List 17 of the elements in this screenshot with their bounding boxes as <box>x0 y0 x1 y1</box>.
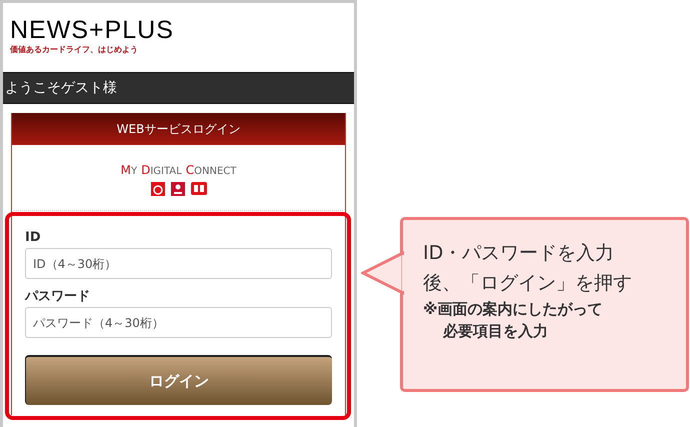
callout-text: 後、「ログイン」を押す <box>423 271 633 296</box>
site-logo[interactable]: NEWS+PLUS <box>10 16 174 44</box>
tagline: 価値あるカードライフ、はじめよう <box>10 44 138 56</box>
login-button[interactable]: ログイン <box>25 355 332 405</box>
card-logo-icon <box>190 182 206 195</box>
card-title-bar: WEBサービスログイン <box>12 113 345 145</box>
callout-note: 必要項目を入力 <box>442 321 549 342</box>
input-field[interactable]: ID（4～30桁） <box>25 248 332 279</box>
input-field[interactable]: パスワード（4～30桁） <box>25 307 332 338</box>
card-logo-icon <box>170 182 184 196</box>
field-label: ID <box>25 229 41 247</box>
field-label: パスワード <box>25 288 90 306</box>
callout-note: ※画面の案内にしたがって <box>423 299 604 320</box>
card-logo-icon <box>150 182 164 196</box>
brand-logo: MY DIGITAL CONNECT <box>120 162 236 179</box>
welcome-bar: ようこそゲスト様 <box>3 72 354 104</box>
callout-text: ID・パスワードを入力 <box>423 241 616 266</box>
